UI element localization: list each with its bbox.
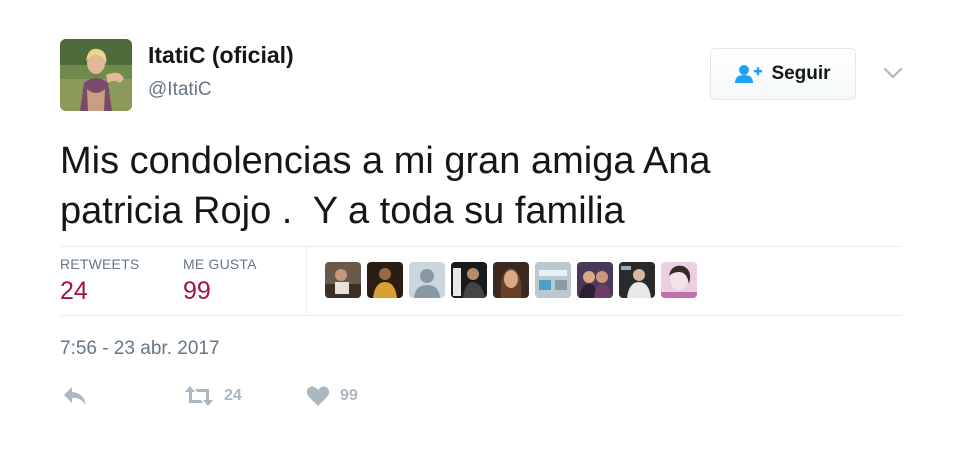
- user-avatar-photo-icon: [535, 262, 571, 298]
- author-handle[interactable]: @ItatiC: [148, 79, 212, 101]
- chevron-down-icon: [883, 67, 903, 79]
- reply-icon: [64, 387, 86, 405]
- liker-avatar[interactable]: [493, 262, 529, 298]
- retweets-count: 24: [60, 277, 88, 305]
- stats-separator: [306, 246, 307, 314]
- tweet-text: Mis condolencias a mi gran amiga Ana pat…: [60, 140, 711, 232]
- stats-bottom-divider: [60, 315, 902, 316]
- liker-avatar[interactable]: [367, 262, 403, 298]
- user-avatar-photo-icon: [661, 262, 697, 298]
- liker-avatar[interactable]: [577, 262, 613, 298]
- user-avatar-photo-icon: [367, 262, 403, 298]
- follow-button-label: Seguir: [771, 63, 831, 84]
- like-button[interactable]: 99: [306, 385, 358, 407]
- follow-button[interactable]: Seguir: [710, 48, 856, 100]
- add-user-icon: [735, 65, 763, 83]
- liker-avatar[interactable]: [409, 262, 445, 298]
- retweet-count: 24: [224, 387, 242, 404]
- retweet-icon: [185, 386, 213, 406]
- likes-count: 99: [183, 277, 211, 305]
- user-avatar-photo-icon: [619, 262, 655, 298]
- retweets-stat[interactable]: RETWEETS 24: [60, 256, 139, 306]
- liker-avatar[interactable]: [451, 262, 487, 298]
- retweets-label: RETWEETS: [60, 256, 140, 272]
- liker-avatar[interactable]: [619, 262, 655, 298]
- user-avatar-photo-icon: [325, 262, 361, 298]
- more-options-button[interactable]: [881, 63, 905, 83]
- stats-top-divider: [60, 246, 902, 247]
- reply-button[interactable]: [62, 385, 88, 407]
- default-avatar-silhouette-icon: [409, 262, 445, 298]
- tweet-timestamp[interactable]: 7:56 - 23 abr. 2017: [60, 338, 220, 360]
- like-count: 99: [340, 387, 358, 404]
- profile-photo-icon: [60, 39, 132, 111]
- author-avatar[interactable]: [60, 39, 132, 111]
- retweet-button[interactable]: 24: [184, 385, 242, 407]
- tweet-card: ItatiC (oficial) @ItatiC Seguir Mis cond…: [0, 0, 956, 457]
- user-avatar-photo-icon: [451, 262, 487, 298]
- liker-avatar[interactable]: [661, 262, 697, 298]
- author-name[interactable]: ItatiC (oficial): [148, 42, 294, 69]
- heart-icon: [306, 386, 330, 406]
- liked-by-avatars: [325, 262, 697, 298]
- user-avatar-photo-icon: [493, 262, 529, 298]
- liker-avatar[interactable]: [535, 262, 571, 298]
- liker-avatar[interactable]: [325, 262, 361, 298]
- likes-stat[interactable]: ME GUSTA 99: [183, 256, 257, 306]
- user-avatar-photo-icon: [577, 262, 613, 298]
- likes-label: ME GUSTA: [183, 256, 257, 272]
